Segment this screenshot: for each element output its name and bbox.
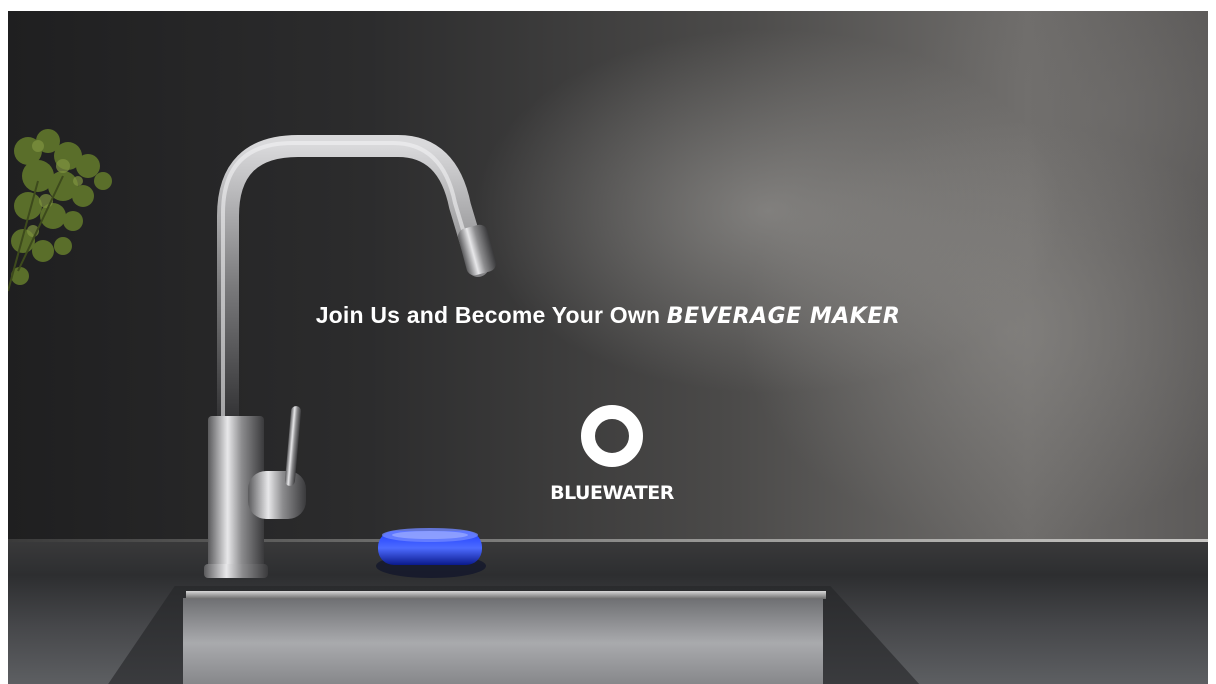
hero-headline: Join Us and Become Your Own BEVERAGE MAK… [0,302,1216,329]
beverage-device-icon [376,528,486,578]
headline-accent: BEVERAGE MAKER [666,304,901,329]
faucet-icon [204,135,496,578]
bluewater-logo-icon [581,405,643,467]
headline-prefix: Join Us and Become Your Own [315,302,661,328]
sink-rim [186,591,826,599]
hero-banner [8,11,1208,684]
sink-inner-wall [183,598,823,684]
brand-wordmark: BLUEWATER [550,482,674,504]
plant-icon [8,129,112,292]
